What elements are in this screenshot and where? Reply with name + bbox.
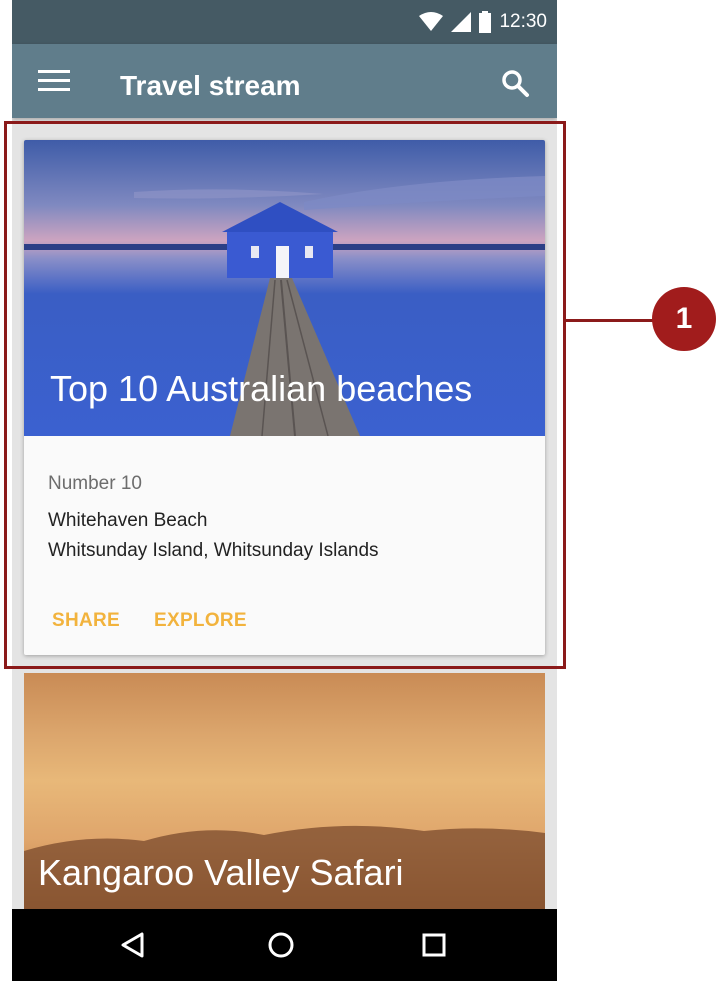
- nav-bar: [12, 909, 557, 981]
- status-icons: 12:30: [419, 10, 547, 34]
- cell-signal-icon: [451, 12, 472, 32]
- menu-icon[interactable]: [38, 70, 70, 92]
- callout-highlight-box: [4, 121, 566, 669]
- wifi-icon: [419, 12, 444, 31]
- status-time: 12:30: [499, 11, 547, 32]
- card2-title: Kangaroo Valley Safari: [38, 852, 404, 893]
- status-bar: 12:30: [12, 0, 557, 44]
- search-icon[interactable]: [500, 68, 530, 98]
- callout-leader-line: [566, 319, 656, 322]
- app-title: Travel stream: [120, 70, 301, 101]
- app-bar: Travel stream: [12, 44, 557, 118]
- recents-icon[interactable]: [418, 929, 450, 961]
- home-icon[interactable]: [265, 929, 297, 961]
- battery-icon: [479, 11, 492, 33]
- back-icon[interactable]: [118, 929, 150, 961]
- callout-badge: 1: [652, 287, 716, 351]
